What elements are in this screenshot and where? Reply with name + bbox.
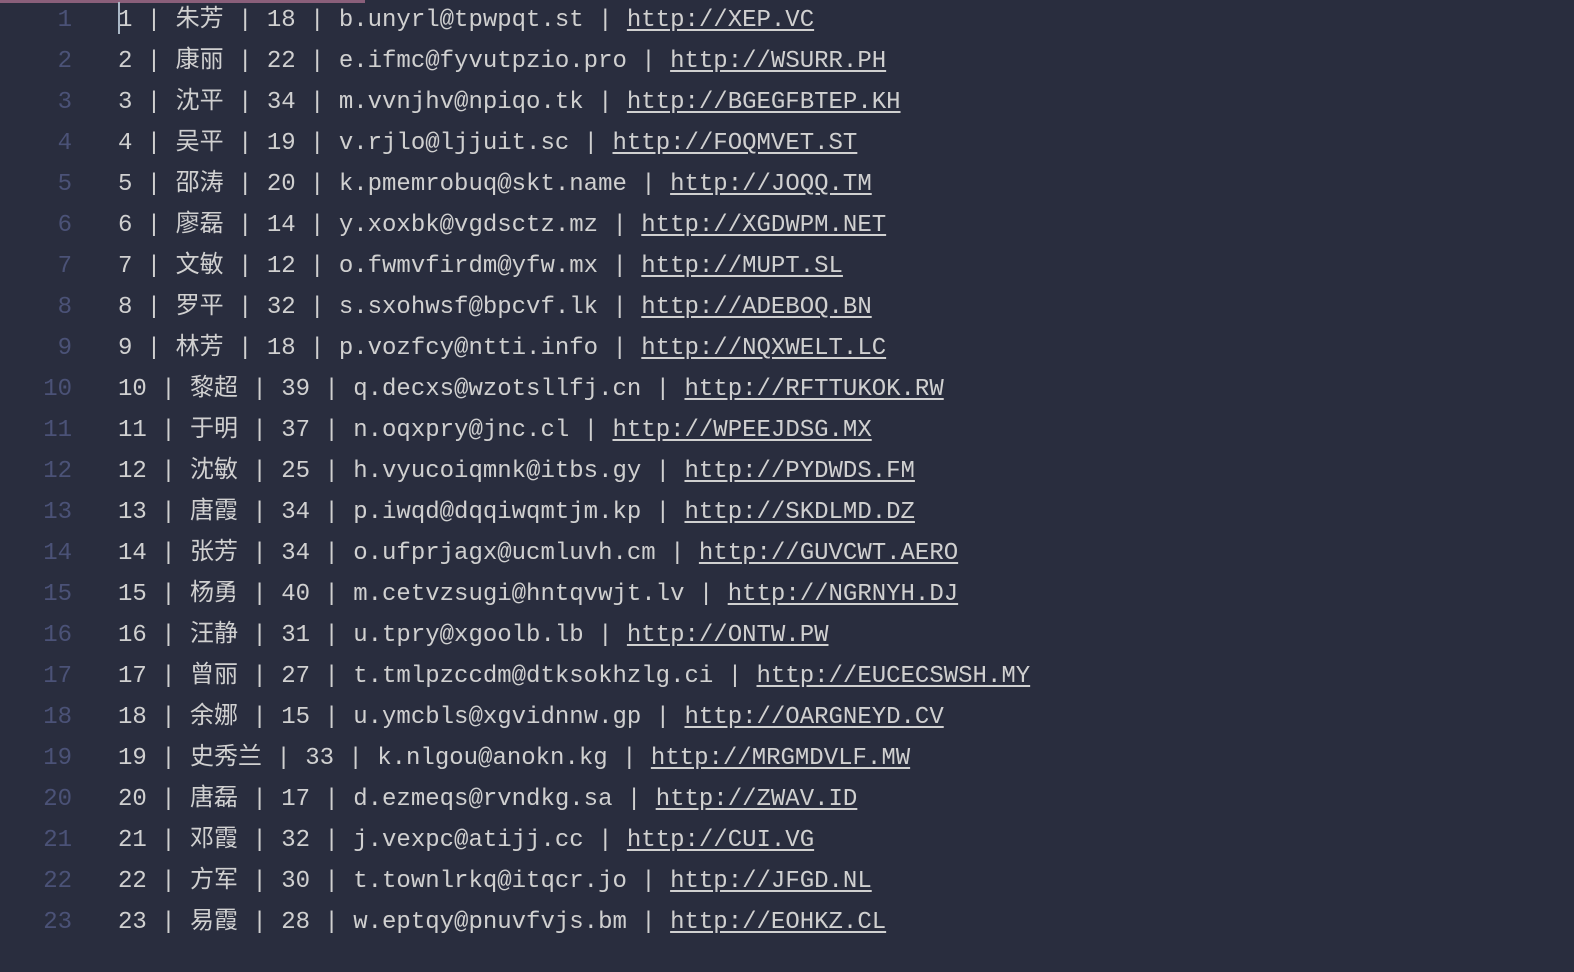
row-text: 21 | 邓霞 | 32 | j.vexpc@atijj.cc |	[118, 827, 627, 854]
row-url[interactable]: http://WPEEJDSG.MX	[612, 417, 871, 444]
row-url[interactable]: http://ADEBOQ.BN	[641, 294, 871, 321]
row-url[interactable]: http://CUI.VG	[627, 827, 814, 854]
row-url[interactable]: http://MRGMDVLF.MW	[651, 745, 910, 772]
row-url[interactable]: http://ZWAV.ID	[656, 786, 858, 813]
line-number: 23	[0, 902, 72, 943]
code-line[interactable]: 12 | 沈敏 | 25 | h.vyucoiqmnk@itbs.gy | ht…	[118, 451, 1030, 492]
row-text: 2 | 康丽 | 22 | e.ifmc@fyvutpzio.pro |	[118, 48, 670, 75]
line-number: 4	[0, 123, 72, 164]
line-number: 10	[0, 369, 72, 410]
code-line[interactable]: 23 | 易霞 | 28 | w.eptqy@pnuvfvjs.bm | htt…	[118, 902, 1030, 943]
row-url[interactable]: http://MUPT.SL	[641, 253, 843, 280]
row-text: 7 | 文敏 | 12 | o.fwmvfirdm@yfw.mx |	[118, 253, 641, 280]
line-number: 6	[0, 205, 72, 246]
code-line[interactable]: 3 | 沈平 | 34 | m.vvnjhv@npiqo.tk | http:/…	[118, 82, 1030, 123]
code-line[interactable]: 11 | 于明 | 37 | n.oqxpry@jnc.cl | http://…	[118, 410, 1030, 451]
row-text: 18 | 余娜 | 15 | u.ymcbls@xgvidnnw.gp |	[118, 704, 684, 731]
code-line[interactable]: 13 | 唐霞 | 34 | p.iwqd@dqqiwqmtjm.kp | ht…	[118, 492, 1030, 533]
row-url[interactable]: http://EOHKZ.CL	[670, 909, 886, 936]
code-line[interactable]: 19 | 史秀兰 | 33 | k.nlgou@anokn.kg | http:…	[118, 738, 1030, 779]
row-text: 10 | 黎超 | 39 | q.decxs@wzotsllfj.cn |	[118, 376, 684, 403]
row-text: 22 | 方军 | 30 | t.townlrkq@itqcr.jo |	[118, 868, 670, 895]
line-number: 19	[0, 738, 72, 779]
code-line[interactable]: 5 | 邵涛 | 20 | k.pmemrobuq@skt.name | htt…	[118, 164, 1030, 205]
row-url[interactable]: http://NQXWELT.LC	[641, 335, 886, 362]
row-text: 13 | 唐霞 | 34 | p.iwqd@dqqiwqmtjm.kp |	[118, 499, 684, 526]
line-number: 5	[0, 164, 72, 205]
line-number: 20	[0, 779, 72, 820]
row-text: 12 | 沈敏 | 25 | h.vyucoiqmnk@itbs.gy |	[118, 458, 684, 485]
row-text: 23 | 易霞 | 28 | w.eptqy@pnuvfvjs.bm |	[118, 909, 670, 936]
line-number: 8	[0, 287, 72, 328]
row-text: 5 | 邵涛 | 20 | k.pmemrobuq@skt.name |	[118, 171, 670, 198]
code-line[interactable]: 17 | 曾丽 | 27 | t.tmlpzccdm@dtksokhzlg.ci…	[118, 656, 1030, 697]
line-number: 1	[0, 0, 72, 41]
code-line[interactable]: 10 | 黎超 | 39 | q.decxs@wzotsllfj.cn | ht…	[118, 369, 1030, 410]
row-url[interactable]: http://JOQQ.TM	[670, 171, 872, 198]
row-url[interactable]: http://BGEGFBTEP.KH	[627, 89, 901, 116]
line-number: 2	[0, 41, 72, 82]
row-text: 14 | 张芳 | 34 | o.ufprjagx@ucmluvh.cm |	[118, 540, 699, 567]
row-url[interactable]: http://OARGNEYD.CV	[684, 704, 943, 731]
code-line[interactable]: 15 | 杨勇 | 40 | m.cetvzsugi@hntqvwjt.lv |…	[118, 574, 1030, 615]
code-line[interactable]: 6 | 廖磊 | 14 | y.xoxbk@vgdsctz.mz | http:…	[118, 205, 1030, 246]
row-url[interactable]: http://ONTW.PW	[627, 622, 829, 649]
row-url[interactable]: http://EUCECSWSH.MY	[757, 663, 1031, 690]
code-line[interactable]: 14 | 张芳 | 34 | o.ufprjagx@ucmluvh.cm | h…	[118, 533, 1030, 574]
line-number: 18	[0, 697, 72, 738]
row-url[interactable]: http://GUVCWT.AERO	[699, 540, 958, 567]
row-text: 15 | 杨勇 | 40 | m.cetvzsugi@hntqvwjt.lv |	[118, 581, 728, 608]
row-url[interactable]: http://XGDWPM.NET	[641, 212, 886, 239]
tab-highlight	[0, 0, 365, 3]
row-url[interactable]: http://NGRNYH.DJ	[728, 581, 958, 608]
code-line[interactable]: 1 | 朱芳 | 18 | b.unyrl@tpwpqt.st | http:/…	[118, 0, 1030, 41]
row-text: 6 | 廖磊 | 14 | y.xoxbk@vgdsctz.mz |	[118, 212, 641, 239]
code-line[interactable]: 21 | 邓霞 | 32 | j.vexpc@atijj.cc | http:/…	[118, 820, 1030, 861]
line-number: 15	[0, 574, 72, 615]
line-number: 7	[0, 246, 72, 287]
line-number: 13	[0, 492, 72, 533]
code-line[interactable]: 18 | 余娜 | 15 | u.ymcbls@xgvidnnw.gp | ht…	[118, 697, 1030, 738]
row-text: 17 | 曾丽 | 27 | t.tmlpzccdm@dtksokhzlg.ci…	[118, 663, 757, 690]
row-url[interactable]: http://WSURR.PH	[670, 48, 886, 75]
line-number: 21	[0, 820, 72, 861]
editor-content[interactable]: 1 | 朱芳 | 18 | b.unyrl@tpwpqt.st | http:/…	[90, 0, 1030, 972]
code-line[interactable]: 22 | 方军 | 30 | t.townlrkq@itqcr.jo | htt…	[118, 861, 1030, 902]
code-line[interactable]: 4 | 吴平 | 19 | v.rjlo@ljjuit.sc | http://…	[118, 123, 1030, 164]
row-text: 16 | 汪静 | 31 | u.tpry@xgoolb.lb |	[118, 622, 627, 649]
code-line[interactable]: 20 | 唐磊 | 17 | d.ezmeqs@rvndkg.sa | http…	[118, 779, 1030, 820]
row-url[interactable]: http://RFTTUKOK.RW	[684, 376, 943, 403]
row-text: 19 | 史秀兰 | 33 | k.nlgou@anokn.kg |	[118, 745, 651, 772]
line-number: 11	[0, 410, 72, 451]
code-line[interactable]: 2 | 康丽 | 22 | e.ifmc@fyvutpzio.pro | htt…	[118, 41, 1030, 82]
row-url[interactable]: http://PYDWDS.FM	[684, 458, 914, 485]
row-text: 1 | 朱芳 | 18 | b.unyrl@tpwpqt.st |	[118, 7, 627, 34]
line-number: 22	[0, 861, 72, 902]
code-line[interactable]: 16 | 汪静 | 31 | u.tpry@xgoolb.lb | http:/…	[118, 615, 1030, 656]
line-number: 9	[0, 328, 72, 369]
line-number: 14	[0, 533, 72, 574]
row-text: 20 | 唐磊 | 17 | d.ezmeqs@rvndkg.sa |	[118, 786, 656, 813]
line-number: 12	[0, 451, 72, 492]
row-url[interactable]: http://SKDLMD.DZ	[684, 499, 914, 526]
row-url[interactable]: http://XEP.VC	[627, 7, 814, 34]
row-text: 9 | 林芳 | 18 | p.vozfcy@ntti.info |	[118, 335, 641, 362]
line-number-gutter: 1234567891011121314151617181920212223	[0, 0, 90, 972]
row-text: 11 | 于明 | 37 | n.oqxpry@jnc.cl |	[118, 417, 612, 444]
row-text: 3 | 沈平 | 34 | m.vvnjhv@npiqo.tk |	[118, 89, 627, 116]
row-url[interactable]: http://FOQMVET.ST	[612, 130, 857, 157]
line-number: 16	[0, 615, 72, 656]
code-line[interactable]: 8 | 罗平 | 32 | s.sxohwsf@bpcvf.lk | http:…	[118, 287, 1030, 328]
row-text: 4 | 吴平 | 19 | v.rjlo@ljjuit.sc |	[118, 130, 612, 157]
code-line[interactable]: 7 | 文敏 | 12 | o.fwmvfirdm@yfw.mx | http:…	[118, 246, 1030, 287]
line-number: 17	[0, 656, 72, 697]
row-text: 8 | 罗平 | 32 | s.sxohwsf@bpcvf.lk |	[118, 294, 641, 321]
code-line[interactable]: 9 | 林芳 | 18 | p.vozfcy@ntti.info | http:…	[118, 328, 1030, 369]
line-number: 3	[0, 82, 72, 123]
row-url[interactable]: http://JFGD.NL	[670, 868, 872, 895]
code-editor[interactable]: 1234567891011121314151617181920212223 1 …	[0, 0, 1574, 972]
